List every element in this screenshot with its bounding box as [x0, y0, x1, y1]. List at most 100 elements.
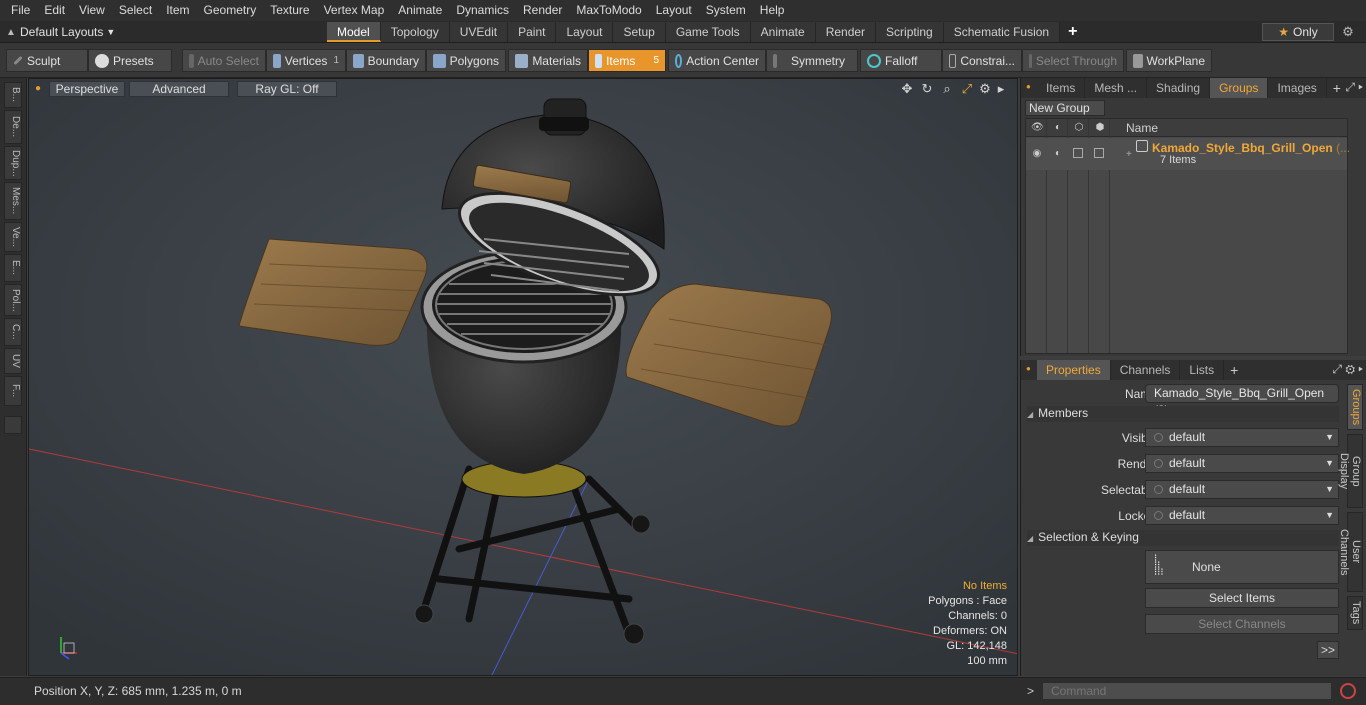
- left-tab-polygon[interactable]: Pol...: [4, 284, 22, 316]
- menu-vertex-map[interactable]: Vertex Map: [317, 0, 392, 21]
- polygons-button[interactable]: Polygons: [426, 49, 506, 72]
- side-tab-tags[interactable]: Tags: [1347, 596, 1363, 630]
- panel-expand-icon[interactable]: ⤢ ▸: [1345, 80, 1363, 95]
- side-tab-group-display[interactable]: Group Display: [1338, 434, 1363, 508]
- tab-schematic-fusion[interactable]: Schematic Fusion: [943, 22, 1061, 42]
- left-tab-fusion[interactable]: F...: [4, 376, 22, 406]
- row-eye-icon[interactable]: ◉: [1031, 148, 1043, 160]
- falloff-button[interactable]: Falloff: [860, 49, 942, 72]
- left-tab-edge[interactable]: E...: [4, 254, 22, 282]
- tab-channels[interactable]: Channels: [1111, 360, 1181, 380]
- keying-none-button[interactable]: ⁝ ⁝⁝ ⁝⁝⁝ None: [1145, 550, 1339, 584]
- raygl-toggle[interactable]: Ray GL: Off: [237, 81, 337, 97]
- menu-system[interactable]: System: [699, 0, 753, 21]
- menu-dynamics[interactable]: Dynamics: [449, 0, 516, 21]
- tab-shading[interactable]: Shading: [1147, 78, 1211, 98]
- menu-view[interactable]: View: [72, 0, 112, 21]
- left-tab-deform[interactable]: De...: [4, 110, 22, 144]
- viewport-expand-arrow-icon[interactable]: ▸: [993, 81, 1009, 97]
- layout-up-arrow-icon[interactable]: ▲: [6, 27, 20, 38]
- menu-help[interactable]: Help: [753, 0, 792, 21]
- select-items-button[interactable]: Select Items: [1145, 588, 1339, 608]
- perspective-dropdown[interactable]: Perspective: [49, 81, 125, 97]
- menu-file[interactable]: File: [4, 0, 37, 21]
- menu-layout[interactable]: Layout: [649, 0, 699, 21]
- select-channels-button[interactable]: Select Channels: [1145, 614, 1339, 634]
- left-tab-mesh-edit[interactable]: Mes...: [4, 182, 22, 220]
- tab-animate[interactable]: Animate: [750, 22, 816, 42]
- new-group-button[interactable]: New Group: [1025, 100, 1105, 116]
- menu-select[interactable]: Select: [112, 0, 159, 21]
- tab-scripting[interactable]: Scripting: [876, 22, 944, 42]
- row-render-icon[interactable]: ◐: [1052, 148, 1064, 160]
- tab-uvedit[interactable]: UVEdit: [449, 22, 509, 42]
- layout-dropdown[interactable]: ▲ Default Layouts ▼: [6, 23, 115, 41]
- panel-menu-dot-icon[interactable]: ●: [1026, 82, 1031, 91]
- side-tab-user-channels[interactable]: User Channels: [1338, 512, 1363, 592]
- left-tab-curve[interactable]: C...: [4, 318, 22, 346]
- viewport-menu-dot-icon[interactable]: ●: [35, 83, 41, 94]
- add-tab-plus-icon[interactable]: +: [1224, 362, 1244, 378]
- menu-maxtomodo[interactable]: MaxToModo: [569, 0, 648, 21]
- record-macro-icon[interactable]: [1340, 683, 1356, 699]
- menu-texture[interactable]: Texture: [263, 0, 316, 21]
- tab-model[interactable]: Model: [327, 22, 381, 42]
- left-tab-duplicate[interactable]: Dup...: [4, 146, 22, 180]
- lock-icon[interactable]: ⬢: [1094, 122, 1106, 134]
- menu-render[interactable]: Render: [516, 0, 569, 21]
- menu-geometry[interactable]: Geometry: [197, 0, 264, 21]
- tab-render[interactable]: Render: [815, 22, 877, 42]
- visible-dropdown[interactable]: default ▼: [1145, 428, 1339, 447]
- constraints-button[interactable]: Constrai...: [942, 49, 1022, 72]
- tab-game-tools[interactable]: Game Tools: [665, 22, 751, 42]
- left-tab-vertex[interactable]: Ve...: [4, 222, 22, 252]
- action-center-button[interactable]: Action Center: [668, 49, 766, 72]
- selectable-dropdown[interactable]: default ▼: [1145, 480, 1339, 499]
- properties-expand-icon[interactable]: ⤢ ⚙ ▸: [1332, 362, 1363, 377]
- properties-menu-dot-icon[interactable]: ●: [1026, 364, 1031, 373]
- members-section[interactable]: ◢ Members: [1027, 406, 1339, 422]
- tab-groups[interactable]: Groups: [1210, 78, 1269, 98]
- tab-paint[interactable]: Paint: [508, 22, 557, 42]
- presets-button[interactable]: Presets: [88, 49, 172, 72]
- 3d-viewport[interactable]: ● Perspective Advanced Ray GL: Off ✥ ↻ ⌕…: [28, 78, 1018, 676]
- zoom-view-icon[interactable]: ⌕: [939, 81, 955, 97]
- menu-animate[interactable]: Animate: [391, 0, 449, 21]
- groups-scrollbar[interactable]: [1353, 118, 1363, 354]
- tab-lists[interactable]: Lists: [1180, 360, 1225, 380]
- render-dropdown[interactable]: default ▼: [1145, 454, 1339, 473]
- tab-mesh[interactable]: Mesh ...: [1085, 78, 1148, 98]
- group-row[interactable]: ◉ ◐ + Kamado_Style_Bbq_Grill_Open (... 7…: [1026, 138, 1350, 170]
- side-tab-groups[interactable]: Groups: [1347, 384, 1363, 430]
- left-tab-basic[interactable]: B...: [4, 82, 22, 108]
- boundary-button[interactable]: Boundary: [346, 49, 426, 72]
- symmetry-button[interactable]: Symmetry: [766, 49, 858, 72]
- viewport-gear-icon[interactable]: ⚙: [977, 81, 993, 97]
- tab-images[interactable]: Images: [1268, 78, 1327, 98]
- left-tab-collapse[interactable]: [4, 416, 22, 434]
- viewport-canvas[interactable]: [29, 79, 1018, 676]
- render-icon[interactable]: ◐: [1052, 122, 1064, 134]
- command-input[interactable]: [1042, 682, 1332, 700]
- add-tab-plus-icon[interactable]: +: [1327, 80, 1347, 96]
- sculpt-button[interactable]: Sculpt: [6, 49, 88, 72]
- only-toggle-button[interactable]: ★ Only: [1262, 23, 1334, 41]
- menu-item[interactable]: Item: [159, 0, 196, 21]
- auto-select-button[interactable]: Auto Select: [182, 49, 266, 72]
- move-view-icon[interactable]: ✥: [899, 81, 915, 97]
- row-select-checkbox[interactable]: [1073, 148, 1083, 158]
- tab-items[interactable]: Items: [1037, 78, 1086, 98]
- selection-keying-section[interactable]: ◢ Selection & Keying: [1027, 530, 1339, 546]
- gear-icon[interactable]: ⚙: [1340, 24, 1356, 40]
- add-tab-plus-icon[interactable]: +: [1060, 22, 1085, 42]
- shading-dropdown[interactable]: Advanced: [129, 81, 229, 97]
- maximize-view-icon[interactable]: ⤢: [959, 81, 975, 97]
- materials-button[interactable]: Materials: [508, 49, 588, 72]
- tab-layout[interactable]: Layout: [556, 22, 614, 42]
- rotate-view-icon[interactable]: ↻: [919, 81, 935, 97]
- eye-visibility-icon[interactable]: 👁: [1031, 122, 1044, 134]
- more-button[interactable]: >>: [1317, 641, 1339, 659]
- tab-properties[interactable]: Properties: [1037, 360, 1111, 380]
- menu-edit[interactable]: Edit: [37, 0, 72, 21]
- select-through-button[interactable]: Select Through: [1022, 49, 1124, 72]
